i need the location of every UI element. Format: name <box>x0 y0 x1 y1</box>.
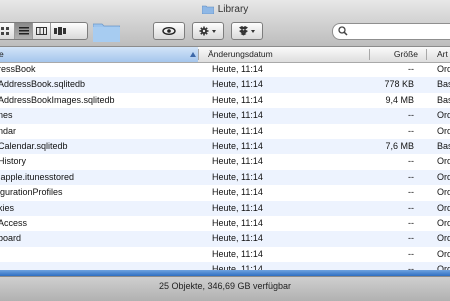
file-name: igurationProfiles <box>0 187 63 198</box>
file-row[interactable]: .apple.itunesstored Heute, 11:14 -- Ord <box>0 169 450 186</box>
file-size: -- <box>408 233 414 244</box>
eye-icon <box>162 27 176 35</box>
file-row[interactable]: ndar Heute, 11:14 -- Ord <box>0 124 450 139</box>
file-date: Heute, 11:14 <box>212 110 263 121</box>
file-size: -- <box>408 217 414 228</box>
file-kind: Ord <box>437 202 450 213</box>
file-size: 778 KB <box>384 79 414 90</box>
file-name: ressBook <box>0 64 36 74</box>
file-row[interactable]: AddressBook.sqlitedb Heute, 11:14 778 KB Ba… <box>0 77 450 93</box>
file-kind: Bas <box>437 79 450 90</box>
file-date: Heute, 11:14 <box>212 156 263 167</box>
file-kind: Ord <box>437 110 450 121</box>
action-menu-button[interactable] <box>192 22 224 40</box>
column-header-size[interactable]: Größe <box>372 47 418 62</box>
dropbox-menu-button[interactable] <box>231 22 263 40</box>
window-title: Library <box>0 0 450 18</box>
window-title-text: Library <box>217 3 249 15</box>
file-name: Access <box>0 217 28 228</box>
cover-flow-button[interactable] <box>50 23 68 39</box>
file-date: Heute, 11:14 <box>212 140 263 151</box>
column-header-name[interactable]: e <box>0 47 198 62</box>
folder-icon <box>201 5 215 14</box>
file-size: -- <box>408 64 414 74</box>
file-date: Heute, 11:14 <box>212 217 263 228</box>
file-kind: Bas <box>437 94 450 105</box>
file-date: Heute, 11:14 <box>212 79 263 90</box>
file-date: Heute, 11:14 <box>212 233 263 244</box>
file-size: -- <box>408 187 414 198</box>
file-size: -- <box>408 248 414 259</box>
file-name: AddressBookImages.sqlitedb <box>0 94 115 105</box>
file-row[interactable]: kies Heute, 11:14 -- Ord <box>0 200 450 216</box>
icon-view-button[interactable] <box>0 23 14 39</box>
file-kind: Bas <box>437 140 450 151</box>
file-kind: Ord <box>437 248 450 259</box>
file-row[interactable]: nes Heute, 11:14 -- Ord <box>0 108 450 124</box>
file-name: History <box>0 156 27 167</box>
file-name: kies <box>0 202 15 213</box>
file-row[interactable]: Calendar.sqlitedb Heute, 11:14 7,6 MB Bas <box>0 138 450 155</box>
file-name: AddressBook.sqlitedb <box>0 79 86 90</box>
file-size: -- <box>408 156 414 167</box>
quick-look-button[interactable] <box>153 22 185 40</box>
search-field[interactable] <box>332 23 450 40</box>
column-header-kind[interactable]: Art <box>437 47 450 62</box>
file-kind: Ord <box>437 125 450 136</box>
file-kind: Ord <box>437 187 450 198</box>
view-mode-control <box>0 22 88 40</box>
chevron-down-icon <box>212 30 216 33</box>
file-row[interactable]: board Heute, 11:14 -- Ord <box>0 231 450 247</box>
file-size: -- <box>408 171 414 182</box>
file-kind: Ord <box>437 171 450 182</box>
file-date: Heute, 11:14 <box>212 125 263 136</box>
file-row[interactable]: Heute, 11:14 -- Ord <box>0 247 450 262</box>
list-view-button[interactable] <box>14 23 32 39</box>
status-text: 25 Objekte, 346,69 GB verfügbar <box>158 281 292 291</box>
column-header: e Änderungsdatum Größe Art <box>0 47 450 63</box>
file-date: Heute, 11:14 <box>212 187 263 198</box>
file-kind: Ord <box>437 217 450 228</box>
file-size: -- <box>408 110 414 121</box>
column-divider[interactable] <box>426 49 427 60</box>
file-date: Heute, 11:14 <box>212 94 263 105</box>
column-view-button[interactable] <box>32 23 50 39</box>
search-icon <box>338 26 348 36</box>
file-date: Heute, 11:14 <box>212 171 263 182</box>
file-kind: Ord <box>437 64 450 74</box>
file-name: .apple.itunesstored <box>0 171 75 182</box>
file-kind: Ord <box>437 156 450 167</box>
chevron-down-icon <box>251 30 255 33</box>
file-row[interactable]: AddressBookImages.sqlitedb Heute, 11:14 9,… <box>0 93 450 108</box>
file-size: -- <box>408 125 414 136</box>
file-name: Calendar.sqlitedb <box>0 140 68 151</box>
file-list: ressBook Heute, 11:14 -- Ord AddressBook.sql… <box>0 62 450 274</box>
file-name: ndar <box>0 125 17 136</box>
column-header-date[interactable]: Änderungsdatum <box>208 47 368 62</box>
file-row[interactable]: History Heute, 11:14 -- Ord <box>0 154 450 169</box>
column-view-icon <box>36 27 47 35</box>
dropbox-icon <box>239 26 248 36</box>
file-size: -- <box>408 202 414 213</box>
file-row[interactable]: ressBook Heute, 11:14 -- Ord <box>0 62 450 77</box>
column-divider[interactable] <box>369 49 370 60</box>
file-row[interactable]: Access Heute, 11:14 -- Ord <box>0 216 450 231</box>
file-kind: Ord <box>437 233 450 244</box>
file-name: nes <box>0 110 13 121</box>
file-size: 9,4 MB <box>385 94 414 105</box>
column-divider[interactable] <box>198 49 199 60</box>
file-name: board <box>0 233 22 244</box>
list-view-icon <box>18 27 29 35</box>
sort-ascending-icon <box>190 52 196 57</box>
file-row[interactable]: igurationProfiles Heute, 11:14 -- Ord <box>0 185 450 200</box>
file-date: Heute, 11:14 <box>212 64 263 74</box>
gear-icon <box>199 26 209 36</box>
file-date: Heute, 11:14 <box>212 248 263 259</box>
file-size: 7,6 MB <box>385 140 414 151</box>
file-date: Heute, 11:14 <box>212 202 263 213</box>
cover-flow-icon <box>53 27 66 35</box>
folder-icon[interactable] <box>92 21 121 43</box>
